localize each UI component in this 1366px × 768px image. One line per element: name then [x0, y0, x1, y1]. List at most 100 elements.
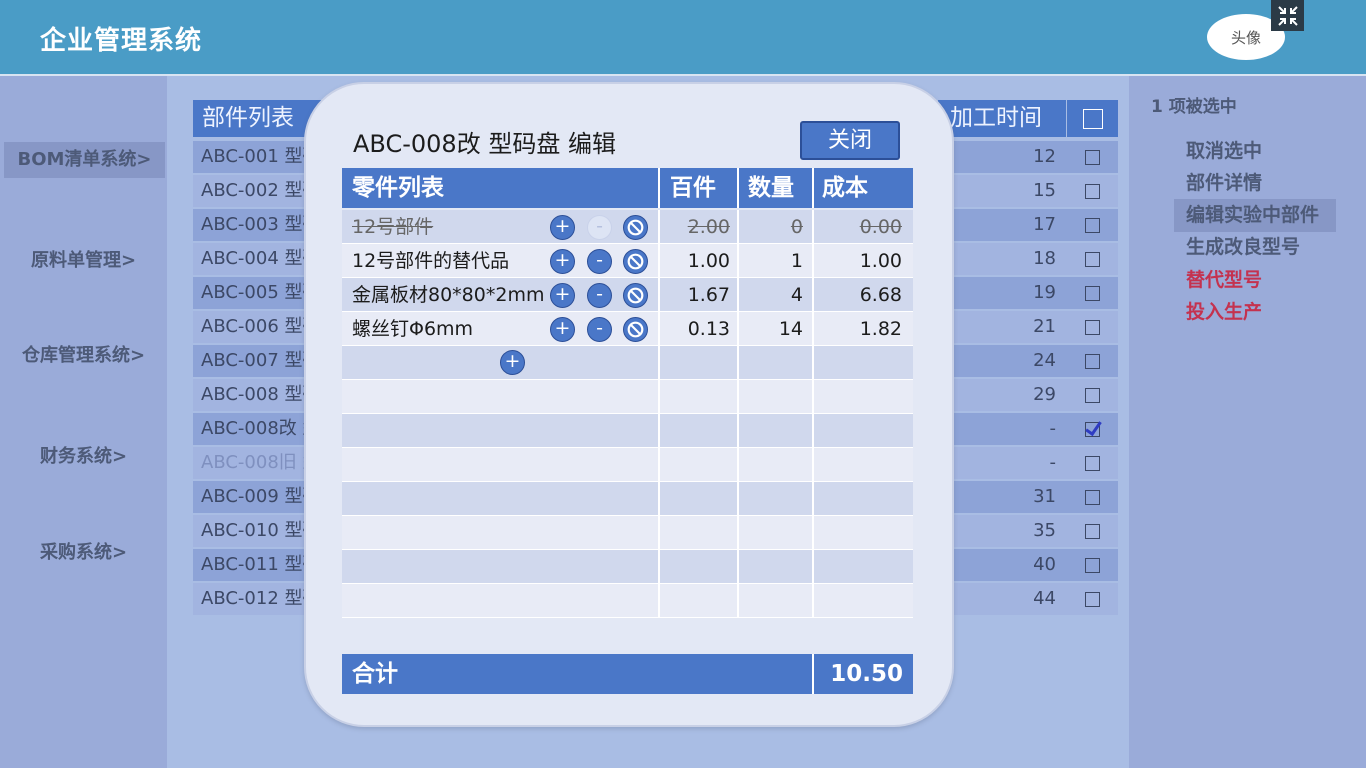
- total-label: 合计: [352, 661, 398, 687]
- empty-row: [342, 584, 913, 618]
- action-part-details[interactable]: 部件详情: [1174, 167, 1336, 200]
- checkbox-icon: [1085, 523, 1100, 539]
- row-checkbox[interactable]: [1067, 311, 1118, 343]
- checked-icon: [1085, 421, 1100, 437]
- component-name: 螺丝钉Φ6mm: [352, 318, 474, 340]
- row-checkbox[interactable]: [1067, 175, 1118, 207]
- decrease-button[interactable]: -: [587, 249, 612, 274]
- row-checkbox[interactable]: [1067, 481, 1118, 513]
- remove-icon[interactable]: [623, 215, 648, 240]
- time-column-header: 加工时间: [938, 100, 1066, 137]
- processing-time: 19: [1033, 282, 1056, 303]
- remove-icon[interactable]: [623, 283, 648, 308]
- edit-dialog: ABC-008改 型码盘 编辑 关闭 零件列表 百件 数量 成本 12号部件 + -…: [304, 82, 954, 727]
- cost: 6.68: [859, 284, 902, 306]
- increase-button[interactable]: +: [550, 317, 575, 342]
- component-name: 12号部件的替代品: [352, 250, 510, 272]
- row-checkbox[interactable]: [1067, 379, 1118, 411]
- checkbox-icon: [1085, 319, 1100, 335]
- remove-icon[interactable]: [623, 249, 648, 274]
- total-value: 10.50: [830, 661, 903, 687]
- checkbox-icon: [1082, 108, 1103, 129]
- action-edit-experimental[interactable]: 编辑实验中部件: [1174, 199, 1336, 232]
- decrease-button[interactable]: -: [587, 215, 612, 240]
- select-all-checkbox[interactable]: [1067, 100, 1118, 137]
- action-panel: 1 项被选中 取消选中 部件详情 编辑实验中部件 生成改良型号 替代型号 投入生…: [1129, 76, 1366, 768]
- close-button[interactable]: 关闭: [800, 121, 900, 160]
- sidebar-item-bom[interactable]: BOM清单系统>: [4, 142, 165, 178]
- checkbox-icon: [1085, 183, 1100, 199]
- processing-time: 24: [1033, 350, 1056, 371]
- decrease-button[interactable]: -: [587, 283, 612, 308]
- increase-button[interactable]: +: [550, 215, 575, 240]
- row-checkbox[interactable]: [1067, 413, 1118, 445]
- component-name: 12号部件: [352, 216, 434, 238]
- quantity-column-header: 数量: [748, 175, 794, 201]
- collapse-icon[interactable]: [1271, 0, 1304, 31]
- component-row: 金属板材80*80*2mm + - 1.67 4 6.68: [342, 278, 913, 312]
- processing-time: 40: [1033, 554, 1056, 575]
- processing-time: -: [1049, 452, 1057, 473]
- app-header: 企业管理系统 头像: [0, 0, 1366, 76]
- empty-row: [342, 448, 913, 482]
- empty-row: [342, 516, 913, 550]
- unit-price: 0.13: [687, 318, 730, 340]
- checkbox-icon: [1085, 285, 1100, 301]
- processing-time: 35: [1033, 520, 1056, 541]
- sidebar-item-warehouse[interactable]: 仓库管理系统>: [0, 338, 167, 374]
- processing-time: 18: [1033, 248, 1056, 269]
- processing-time: 21: [1033, 316, 1056, 337]
- add-component-button[interactable]: +: [500, 350, 525, 375]
- unit-price-column-header: 百件: [670, 175, 716, 201]
- row-checkbox[interactable]: [1067, 345, 1118, 377]
- row-checkbox[interactable]: [1067, 447, 1118, 479]
- unit-price: 1.67: [687, 284, 730, 306]
- row-checkbox[interactable]: [1067, 243, 1118, 275]
- component-row: 12号部件的替代品 + - 1.00 1 1.00: [342, 244, 913, 278]
- sidebar: BOM清单系统> 原料单管理> 仓库管理系统> 财务系统> 采购系统>: [0, 76, 167, 768]
- remove-icon[interactable]: [623, 317, 648, 342]
- empty-row: [342, 482, 913, 516]
- component-row: 12号部件 + - 2.00 0 0.00: [342, 210, 913, 244]
- row-checkbox[interactable]: [1067, 515, 1118, 547]
- cost-column-header: 成本: [822, 175, 868, 201]
- component-name: 金属板材80*80*2mm: [352, 284, 545, 306]
- row-checkbox[interactable]: [1067, 141, 1118, 173]
- row-checkbox[interactable]: [1067, 209, 1118, 241]
- dialog-title: ABC-008改 型码盘 编辑: [353, 130, 616, 158]
- checkbox-icon: [1085, 353, 1100, 369]
- quantity: 4: [790, 284, 803, 306]
- processing-time: -: [1049, 418, 1057, 439]
- action-substitute-model[interactable]: 替代型号: [1174, 264, 1336, 297]
- action-put-into-production[interactable]: 投入生产: [1174, 296, 1336, 329]
- decrease-button[interactable]: -: [587, 317, 612, 342]
- checkbox-icon: [1085, 557, 1100, 573]
- checkbox-icon: [1085, 455, 1100, 471]
- checkbox-icon: [1085, 149, 1100, 165]
- components-table-header: 零件列表 百件 数量 成本: [342, 168, 913, 208]
- sidebar-item-materials[interactable]: 原料单管理>: [0, 243, 167, 279]
- cost: 1.82: [859, 318, 902, 340]
- unit-price: 1.00: [687, 250, 730, 272]
- row-checkbox[interactable]: [1067, 583, 1118, 615]
- row-checkbox[interactable]: [1067, 277, 1118, 309]
- processing-time: 31: [1033, 486, 1056, 507]
- checkbox-icon: [1085, 217, 1100, 233]
- empty-row: [342, 414, 913, 448]
- row-checkbox[interactable]: [1067, 549, 1118, 581]
- increase-button[interactable]: +: [550, 283, 575, 308]
- sidebar-item-purchasing[interactable]: 采购系统>: [0, 535, 167, 571]
- quantity: 0: [790, 216, 803, 238]
- add-row: +: [342, 346, 913, 380]
- checkbox-icon: [1085, 489, 1100, 505]
- action-generate-improved[interactable]: 生成改良型号: [1174, 231, 1336, 264]
- quantity: 14: [778, 318, 803, 340]
- processing-time: 44: [1033, 588, 1056, 609]
- empty-row: [342, 380, 913, 414]
- increase-button[interactable]: +: [550, 249, 575, 274]
- empty-row: [342, 550, 913, 584]
- app-title: 企业管理系统: [40, 26, 203, 56]
- action-deselect[interactable]: 取消选中: [1174, 135, 1336, 168]
- sidebar-item-finance[interactable]: 财务系统>: [0, 439, 167, 475]
- processing-time: 15: [1033, 180, 1056, 201]
